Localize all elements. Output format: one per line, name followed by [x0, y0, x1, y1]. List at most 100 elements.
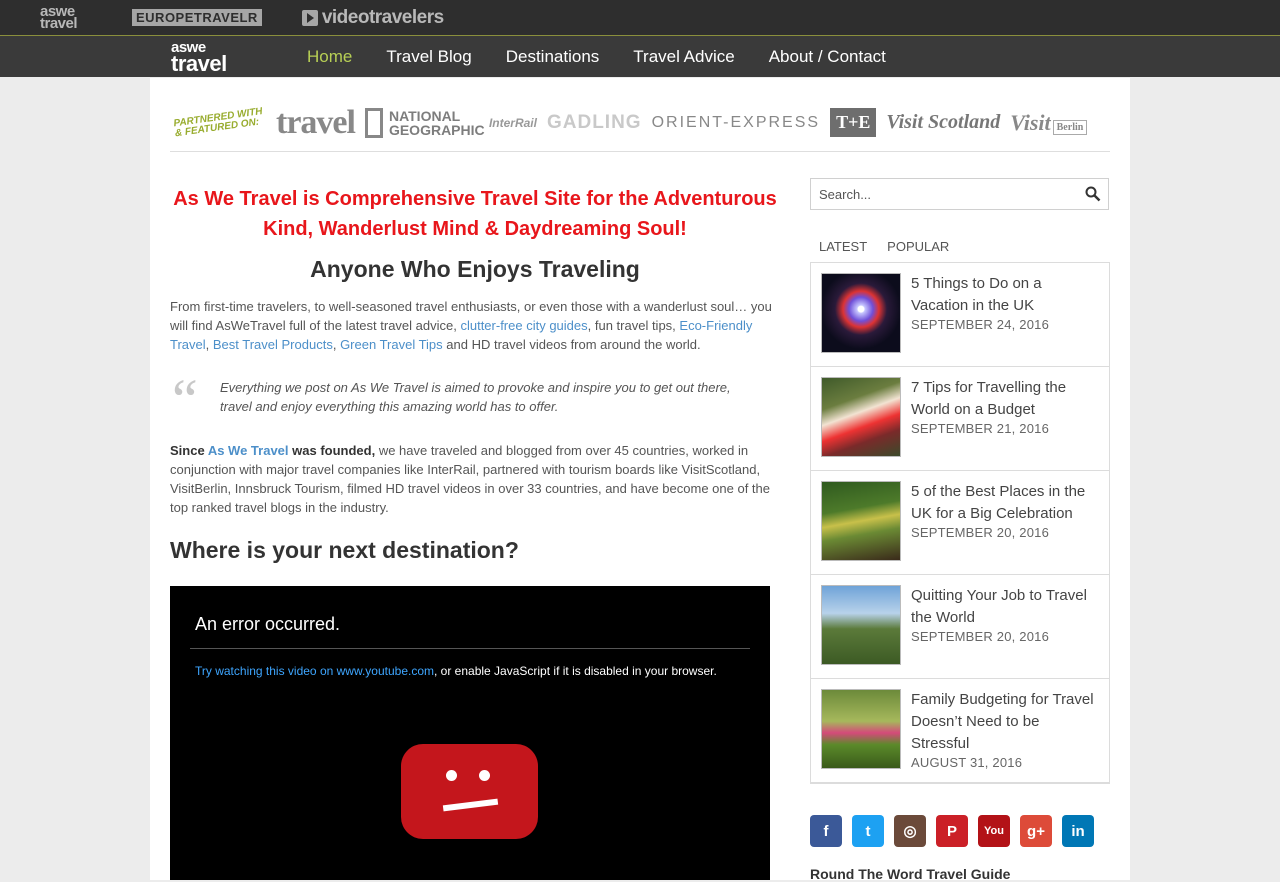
videotravelers-logo[interactable]: videotravelers [301, 6, 444, 29]
youtube-icon[interactable]: You [978, 815, 1010, 847]
pinterest-icon[interactable]: P [936, 815, 968, 847]
post-title[interactable]: Family Budgeting for Travel Doesn’t Need… [911, 689, 1099, 755]
city-guides-link[interactable]: clutter-free city guides [460, 318, 587, 333]
post-text: 7 Tips for Travelling the World on a Bud… [911, 377, 1099, 460]
post-list: 5 Things to Do on a Vacation in the UK S… [810, 262, 1110, 784]
yoga-thumbnail[interactable] [821, 689, 901, 769]
quote-text: Everything we post on As We Travel is ai… [220, 380, 731, 414]
network-bar: aswe travel EUROPETRAVELR videotravelers [0, 0, 1280, 36]
sidebar: LATEST POPULAR 5 Things to Do on a Vacat… [810, 178, 1110, 882]
post-date: SEPTEMBER 24, 2016 [911, 317, 1049, 332]
intro-text: , fun travel tips, [587, 318, 680, 333]
nav-home[interactable]: Home [307, 47, 352, 67]
sad-youtube-icon [401, 744, 538, 839]
post-title[interactable]: 5 Things to Do on a Vacation in the UK [911, 273, 1099, 317]
green-travel-tips-link[interactable]: Green Travel Tips [340, 337, 443, 352]
googleplus-icon[interactable]: g+ [1020, 815, 1052, 847]
main-content: As We Travel is Comprehensive Travel Sit… [170, 184, 780, 564]
fireworks-thumbnail[interactable] [821, 273, 901, 353]
video-error-title: An error occurred. [195, 614, 341, 634]
nav-travel-advice[interactable]: Travel Advice [633, 47, 734, 67]
hammock-thumbnail[interactable] [821, 377, 901, 457]
list-item[interactable]: 5 Things to Do on a Vacation in the UK S… [811, 263, 1109, 367]
founded-lead-end: was founded, [288, 443, 376, 458]
mission-quote: “ Everything we post on As We Travel is … [170, 370, 780, 430]
subheading: Anyone Who Enjoys Traveling [310, 256, 640, 282]
quote-mark-icon: “ [172, 367, 198, 432]
divider [190, 648, 750, 649]
nav-destinations[interactable]: Destinations [506, 47, 600, 67]
list-item[interactable]: 5 of the Best Places in the UK for a Big… [811, 471, 1109, 575]
tab-latest[interactable]: LATEST [819, 239, 867, 254]
natgeo-frame-icon [364, 107, 383, 138]
video-error-text: , or enable JavaScript if it is disabled… [434, 664, 717, 678]
intro-paragraph: From first-time travelers, to well-seaso… [170, 297, 780, 354]
visit-scotland-logo: Visit Scotland [886, 111, 1001, 133]
youtube-link[interactable]: Try watching this video on www.youtube.c… [195, 664, 434, 678]
partner-badge: PARTNERED WITH & FEATURED ON: [172, 105, 264, 139]
post-title[interactable]: 7 Tips for Travelling the World on a Bud… [911, 377, 1099, 421]
orient-express-logo: ORIENT-EXPRESS [651, 113, 821, 131]
intro-text: and HD travel videos from around the wor… [442, 337, 701, 352]
nav-links: Home Travel Blog Destinations Travel Adv… [307, 47, 920, 67]
intro-text: , [205, 337, 213, 352]
aswetravel-network-logo[interactable]: aswe travel [40, 4, 92, 31]
post-date: SEPTEMBER 21, 2016 [911, 421, 1049, 436]
search-box [810, 178, 1109, 210]
landscape-thumbnail[interactable] [821, 585, 901, 665]
site-logo-line2: travel [171, 51, 227, 76]
best-travel-products-link[interactable]: Best Travel Products [213, 337, 333, 352]
post-text: 5 of the Best Places in the UK for a Big… [911, 481, 1099, 564]
site-logo[interactable]: aswe travel [171, 40, 251, 76]
tab-popular[interactable]: POPULAR [887, 239, 949, 254]
natgeo-logo: NATIONAL GEOGRAPHIC [364, 107, 485, 138]
post-date: SEPTEMBER 20, 2016 [911, 629, 1049, 644]
travel-channel-logo: travel [276, 103, 356, 141]
post-date: SEPTEMBER 20, 2016 [911, 525, 1049, 540]
post-tabs: LATEST POPULAR [810, 239, 1110, 254]
list-item[interactable]: 7 Tips for Travelling the World on a Bud… [811, 367, 1109, 471]
post-text: 5 Things to Do on a Vacation in the UK S… [911, 273, 1099, 356]
post-text: Family Budgeting for Travel Doesn’t Need… [911, 689, 1099, 772]
natgeo-label: NATIONAL GEOGRAPHIC [388, 107, 485, 138]
post-title[interactable]: 5 of the Best Places in the UK for a Big… [911, 481, 1099, 525]
facebook-icon[interactable]: f [810, 815, 842, 847]
post-title[interactable]: Quitting Your Job to Travel the World [911, 585, 1099, 629]
post-text: Quitting Your Job to Travel the World SE… [911, 585, 1099, 668]
founded-lead: Since [170, 443, 208, 458]
nav-travel-blog[interactable]: Travel Blog [386, 47, 471, 67]
as-we-travel-link[interactable]: As We Travel [208, 443, 289, 458]
sad-mouth [442, 798, 499, 812]
dancing-thumbnail[interactable] [821, 481, 901, 561]
partners-strip: PARTNERED WITH & FEATURED ON: travel NAT… [170, 94, 1110, 152]
europetravelr-logo[interactable]: EUROPETRAVELR [132, 9, 262, 26]
video-error-message: Try watching this video on www.youtube.c… [195, 664, 735, 679]
videotravelers-label: videotravelers [321, 6, 444, 28]
social-links: f t ◎ P You g+ in [810, 815, 1110, 847]
sad-eye-left [446, 770, 457, 781]
list-item[interactable]: Quitting Your Job to Travel the World SE… [811, 575, 1109, 679]
main-navigation: aswe travel Home Travel Blog Destination… [0, 36, 1280, 77]
gadling-logo: GADLING [546, 111, 642, 133]
search-input[interactable] [819, 186, 1078, 202]
linkedin-icon[interactable]: in [1062, 815, 1094, 847]
video-player[interactable]: An error occurred. Try watching this vid… [170, 586, 770, 880]
post-date: AUGUST 31, 2016 [911, 755, 1023, 770]
play-icon [301, 9, 318, 26]
page-container: PARTNERED WITH & FEATURED ON: travel NAT… [150, 78, 1130, 882]
nav-about-contact[interactable]: About / Contact [769, 47, 886, 67]
instagram-icon[interactable]: ◎ [894, 815, 926, 847]
intro-text: , [332, 337, 341, 352]
search-icon[interactable] [1078, 179, 1108, 209]
visit-berlin-label: Visit [1010, 109, 1051, 135]
destination-heading: Where is your next destination? [170, 537, 519, 563]
twitter-icon[interactable]: t [852, 815, 884, 847]
berlin-label: Berlin [1052, 119, 1088, 135]
visit-berlin-logo: Visit Berlin [1010, 109, 1088, 136]
hero-heading: As We Travel is Comprehensive Travel Sit… [173, 188, 777, 240]
list-item[interactable]: Family Budgeting for Travel Doesn’t Need… [811, 679, 1109, 783]
interrail-logo: InterRail [488, 115, 537, 130]
travel-escape-logo: T+E [830, 108, 877, 137]
founded-paragraph: Since As We Travel was founded, we have … [170, 441, 780, 517]
sad-eye-right [479, 770, 490, 781]
